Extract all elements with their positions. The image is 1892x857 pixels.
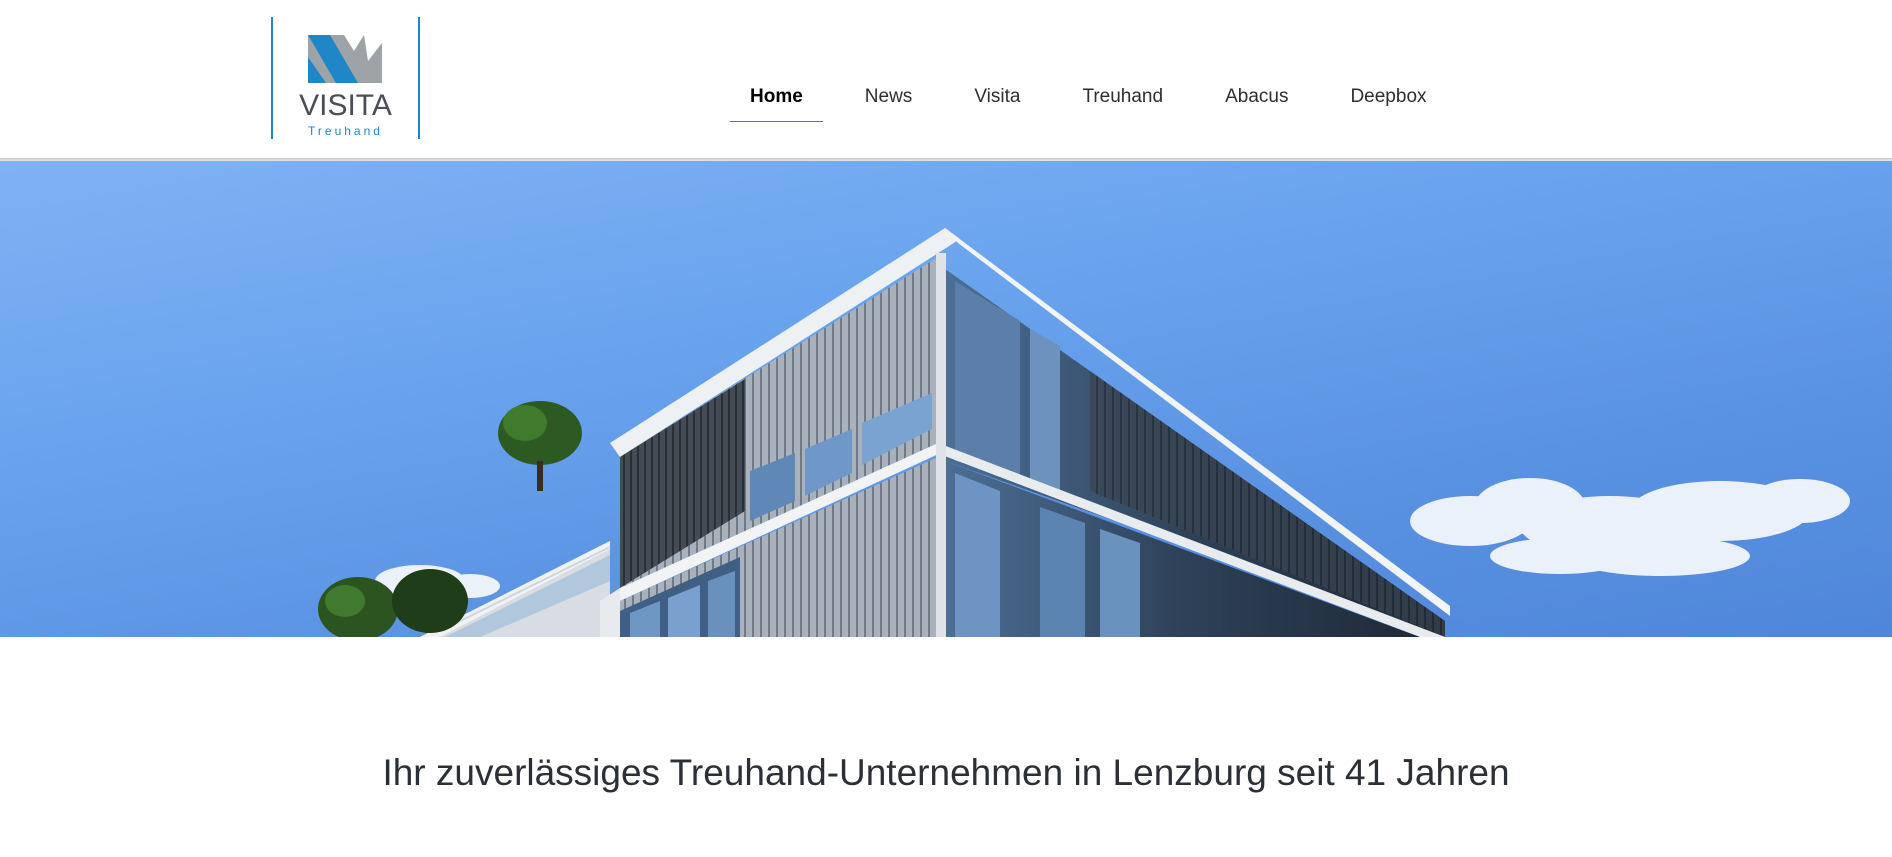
nav-item-deepbox[interactable]: Deepbox [1330,78,1446,122]
site-header: VISITA Treuhand Home News Visita Treuhan… [0,0,1892,158]
nav-item-news[interactable]: News [845,78,933,122]
logo-mark-icon [308,35,382,83]
nav-item-home[interactable]: Home [730,78,823,122]
main-navigation: Home News Visita Treuhand Abacus Deepbox [730,78,1469,126]
nav-item-treuhand[interactable]: Treuhand [1062,78,1183,122]
nav-item-visita[interactable]: Visita [954,78,1040,122]
page-heading: Ihr zuverlässiges Treuhand-Unternehmen i… [382,752,1510,793]
building-photo [318,228,1850,637]
logo-wordmark: VISITA [299,89,392,122]
visita-logo[interactable]: VISITA Treuhand [271,17,420,139]
logo-subtitle: Treuhand [308,124,383,138]
hero-image [0,161,1892,637]
nav-item-abacus[interactable]: Abacus [1205,78,1308,122]
